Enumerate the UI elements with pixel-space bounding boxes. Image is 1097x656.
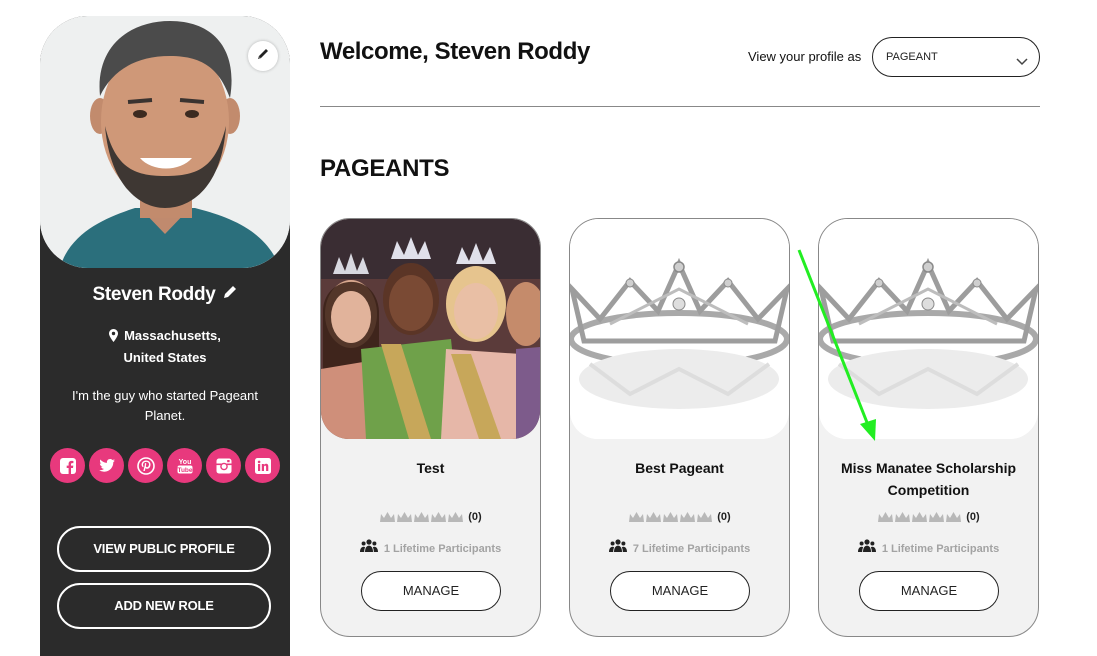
users-icon	[608, 539, 627, 558]
chevron-down-icon	[1016, 53, 1028, 71]
svg-text:Tube: Tube	[177, 467, 192, 474]
view-as-value: PAGEANT	[886, 51, 938, 63]
youtube-icon: You Tube	[175, 456, 195, 476]
rating-count: (0)	[717, 511, 731, 523]
crown-rating-icon	[628, 511, 713, 523]
pageant-card: Miss Manatee Scholarship Competition (0)…	[818, 218, 1039, 637]
twitter-icon	[98, 458, 116, 474]
linkedin-icon	[254, 457, 272, 475]
users-icon	[359, 539, 378, 558]
facebook-icon	[59, 457, 77, 475]
edit-name-icon[interactable]	[222, 284, 238, 306]
crown-rating-icon	[379, 511, 464, 523]
manage-button[interactable]: MANAGE	[610, 571, 750, 611]
svg-text:You: You	[178, 459, 191, 466]
pageant-title: Test	[416, 460, 445, 476]
profile-sidebar: Steven Roddy Massachusetts, United State…	[40, 16, 290, 656]
youtube-link[interactable]: You Tube	[167, 448, 202, 483]
map-pin-icon	[109, 328, 119, 348]
participants-text: 1 Lifetime Participants	[383, 542, 502, 555]
location: Massachusetts, United States	[40, 326, 290, 368]
view-as-select[interactable]: PAGEANT	[872, 37, 1040, 77]
avatar	[40, 16, 290, 268]
users-icon	[857, 539, 876, 558]
location-line-2: United States	[123, 350, 207, 365]
edit-photo-button[interactable]	[248, 41, 278, 71]
facebook-link[interactable]	[50, 448, 85, 483]
participants-text: 1 Lifetime Participants	[881, 542, 1000, 555]
rating-count: (0)	[468, 511, 482, 523]
pageant-rating: (0)	[321, 511, 540, 523]
instagram-icon	[215, 457, 233, 475]
participants-count: 1 Lifetime Participants	[819, 539, 1038, 558]
participants-text: 7 Lifetime Participants	[632, 542, 751, 555]
crown-photo	[819, 219, 1038, 439]
crown-photo	[570, 219, 789, 439]
twitter-link[interactable]	[89, 448, 124, 483]
manage-button[interactable]: MANAGE	[859, 571, 999, 611]
social-links: You Tube	[50, 448, 280, 484]
rating-count: (0)	[966, 511, 980, 523]
pinterest-link[interactable]	[128, 448, 163, 483]
profile-name: Steven Roddy	[40, 284, 290, 306]
pageant-card: Test (0) 1 Lifetime Participants MANAGE	[320, 218, 541, 637]
pageant-rating: (0)	[819, 511, 1038, 523]
pageant-contestants-photo	[321, 219, 540, 439]
participants-count: 1 Lifetime Participants	[321, 539, 540, 558]
pageant-card: Best Pageant (0) 7 Lifetime Participants…	[569, 218, 790, 637]
pageant-title: Miss Manatee Scholarship Competition	[840, 460, 1017, 498]
welcome-heading: Welcome, Steven Roddy	[320, 38, 590, 65]
pinterest-icon	[136, 456, 155, 475]
view-public-profile-button[interactable]: VIEW PUBLIC PROFILE	[57, 526, 271, 572]
pageant-rating: (0)	[570, 511, 789, 523]
linkedin-link[interactable]	[245, 448, 280, 483]
header-divider	[320, 106, 1040, 107]
profile-name-text: Steven Roddy	[92, 284, 216, 305]
section-title-pageants: PAGEANTS	[320, 155, 450, 182]
add-new-role-button[interactable]: ADD NEW ROLE	[57, 583, 271, 629]
profile-bio: I'm the guy who started Pageant Planet.	[71, 388, 259, 423]
location-line-1: Massachusetts,	[124, 328, 221, 343]
view-as-label: View your profile as	[748, 49, 862, 64]
pageant-title: Best Pageant	[635, 460, 724, 476]
instagram-link[interactable]	[206, 448, 241, 483]
pencil-icon	[256, 47, 270, 66]
manage-button[interactable]: MANAGE	[361, 571, 501, 611]
participants-count: 7 Lifetime Participants	[570, 539, 789, 558]
crown-rating-icon	[877, 511, 962, 523]
